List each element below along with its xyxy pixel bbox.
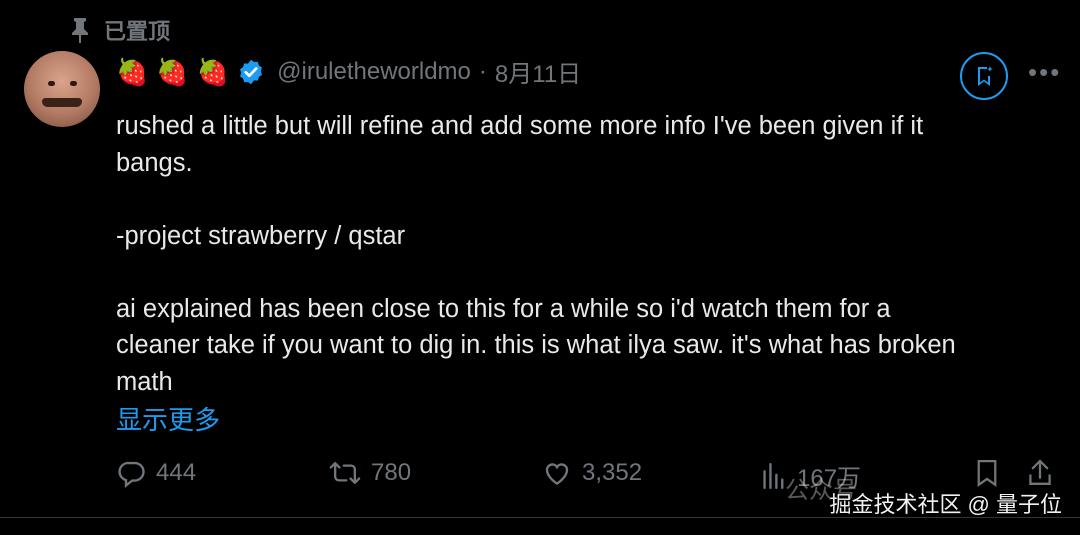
pinned-label: 已置顶 (104, 19, 171, 44)
verified-badge-icon[interactable] (237, 58, 265, 86)
author-handle[interactable]: @iruletheworldmo (277, 58, 471, 86)
repost-count: 780 (371, 459, 412, 486)
repost-icon (329, 461, 361, 485)
tweet-line: cleaner take if you want to dig in. this… (116, 331, 956, 359)
tweet-line: ai explained has been close to this for … (116, 294, 891, 323)
bookmark-spark-icon (978, 66, 993, 86)
repost-button[interactable]: 780 (329, 458, 411, 488)
strawberry-emoji: 🍓 (156, 56, 189, 87)
bookmark-button[interactable] (974, 458, 1000, 488)
show-more-link[interactable]: 显示更多 (116, 400, 220, 437)
share-button[interactable] (1028, 458, 1052, 488)
reply-button[interactable]: 444 (116, 458, 196, 488)
strawberry-emoji: 🍓 (116, 56, 149, 87)
share-icon (1029, 459, 1051, 485)
heart-icon (545, 463, 569, 486)
more-options-icon[interactable]: ••• (1028, 57, 1061, 88)
avatar[interactable] (24, 51, 100, 127)
reply-count: 444 (156, 459, 197, 486)
avatar-eye-right (70, 81, 77, 86)
tweet-line: -project strawberry / qstar (116, 221, 406, 250)
avatar-mustache (42, 98, 82, 107)
pinned-indicator: 已置顶 (70, 14, 170, 46)
views-chart-icon (763, 462, 784, 489)
tweet-line: rushed a little but will refine and add … (116, 112, 924, 140)
pin-icon (70, 17, 90, 43)
header-separator: · (478, 57, 487, 85)
strawberry-emoji: 🍓 (196, 56, 230, 87)
tweet-date[interactable]: 8月11日 (495, 54, 581, 89)
like-count: 3,352 (582, 459, 643, 486)
reply-icon (118, 461, 145, 488)
tweet-header: 🍓 🍓 🍓 @iruletheworldmo · 8月11日 (116, 54, 581, 89)
like-button[interactable]: 3,352 (542, 458, 642, 488)
divider (0, 517, 1080, 518)
source-watermark: 掘金技术社区 @ 量子位 (829, 492, 1062, 517)
tweet-text: rushed a little but will refine and add … (116, 108, 1056, 400)
tweet-top-actions: ••• (960, 52, 1061, 100)
tweet-line: bangs. (116, 148, 193, 177)
bookmark-icon (977, 460, 997, 487)
avatar-eye-left (48, 81, 55, 86)
tweet-line: math (116, 367, 173, 396)
grok-bookmark-button[interactable] (960, 52, 1008, 100)
